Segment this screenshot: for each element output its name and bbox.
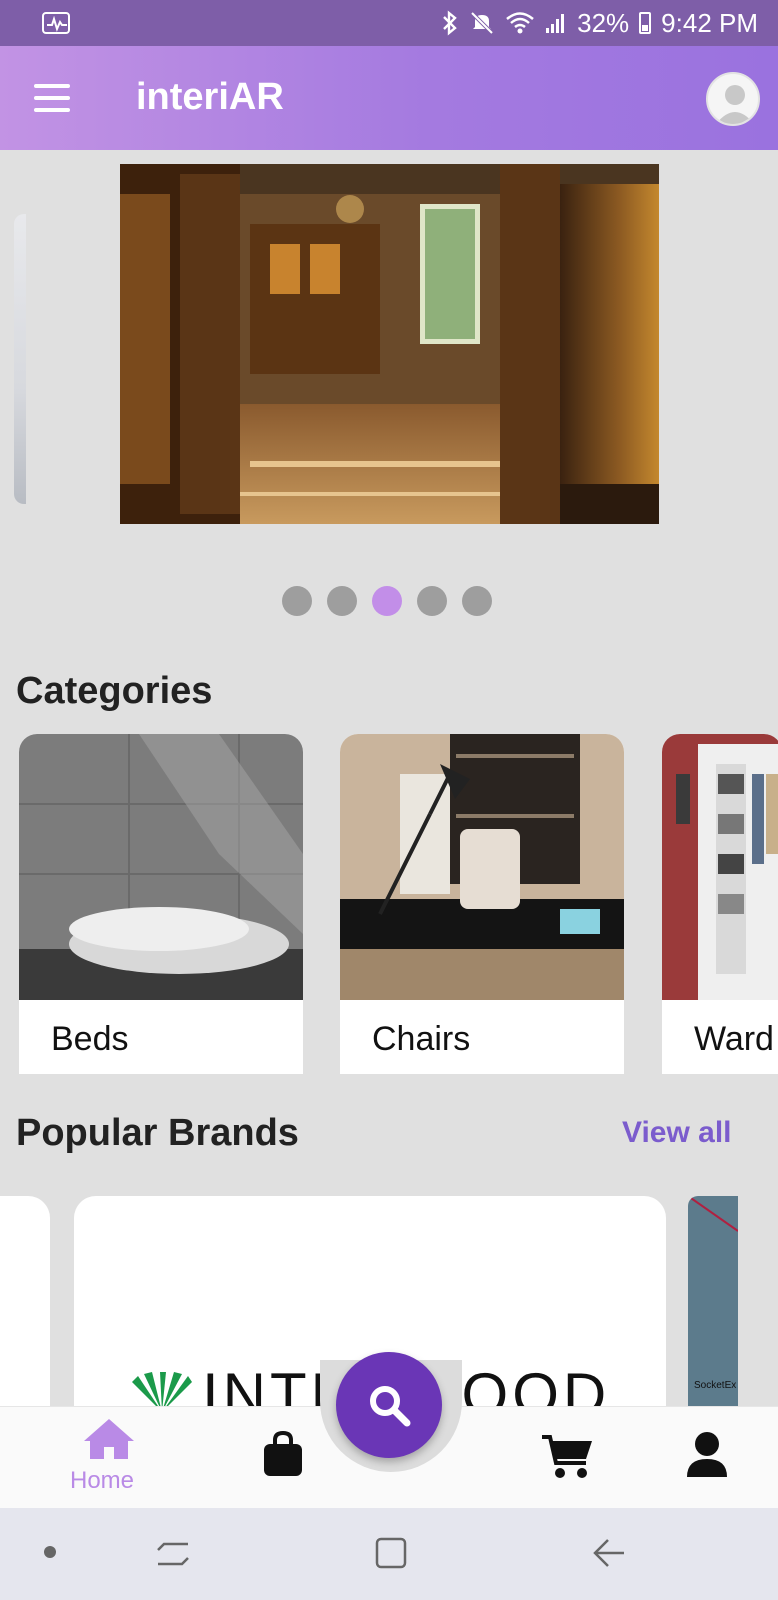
category-image [340,734,624,1000]
recents-icon[interactable] [156,1536,190,1575]
home-icon [84,1419,134,1459]
avatar-icon[interactable] [706,72,760,126]
carousel-dot-3[interactable] [372,586,402,616]
brand-partial-text: SocketEx [694,1380,737,1391]
home-button-icon[interactable] [374,1536,408,1575]
category-label: Ward [694,1020,774,1058]
app-bar: interiAR [0,46,778,150]
signal-icon [546,14,565,33]
brand-card-prev[interactable] [0,1196,50,1410]
activity-icon [42,12,70,34]
category-image [662,734,778,1000]
wifi-icon [506,12,534,34]
nav-cart[interactable] [540,1433,594,1484]
mute-icon [470,11,494,35]
category-card-chairs[interactable]: Chairs [340,734,624,1074]
category-label: Beds [51,1020,129,1058]
category-card-wardrobe[interactable]: Ward [662,734,778,1074]
interwood-leaf-icon [132,1372,192,1410]
category-card-beds[interactable]: Beds [19,734,303,1074]
battery-percent: 32% [577,7,630,38]
profile-icon [687,1432,727,1477]
carousel-dot-5[interactable] [462,586,492,616]
shopping-bag-icon [264,1430,302,1476]
battery-icon [639,12,652,34]
status-bar: 32% 9:42 PM [0,0,778,46]
carousel-dot-1[interactable] [282,586,312,616]
system-nav-bar [0,1508,778,1600]
bluetooth-icon [443,10,457,36]
carousel-dots [282,586,492,616]
popular-brands-heading: Popular Brands [16,1112,299,1154]
search-button[interactable] [336,1352,442,1458]
carousel-slide-image[interactable] [120,164,659,524]
nav-home[interactable] [82,1417,136,1466]
nav-shop[interactable] [262,1430,304,1482]
brand-card-next[interactable]: SocketEx [688,1196,738,1410]
carousel-prev-slide[interactable] [14,214,26,504]
carousel-dot-2[interactable] [327,586,357,616]
category-label: Chairs [372,1020,471,1058]
back-icon[interactable] [592,1536,626,1575]
search-icon [370,1386,411,1427]
app-title: interiAR [136,76,284,118]
nav-home-label: Home [70,1467,135,1494]
category-image [19,734,303,1000]
menu-icon[interactable] [34,84,72,112]
carousel-dot-4[interactable] [417,586,447,616]
nav-dot-icon[interactable] [44,1546,56,1558]
categories-heading: Categories [16,670,213,712]
nav-profile[interactable] [686,1431,728,1484]
cart-icon [542,1435,592,1478]
hero-carousel[interactable] [0,164,778,524]
home-content[interactable]: Categories Beds Chairs Ward Popular Bran… [0,150,778,1410]
view-all-link[interactable]: View all [622,1116,732,1150]
clock: 9:42 PM [661,7,758,38]
